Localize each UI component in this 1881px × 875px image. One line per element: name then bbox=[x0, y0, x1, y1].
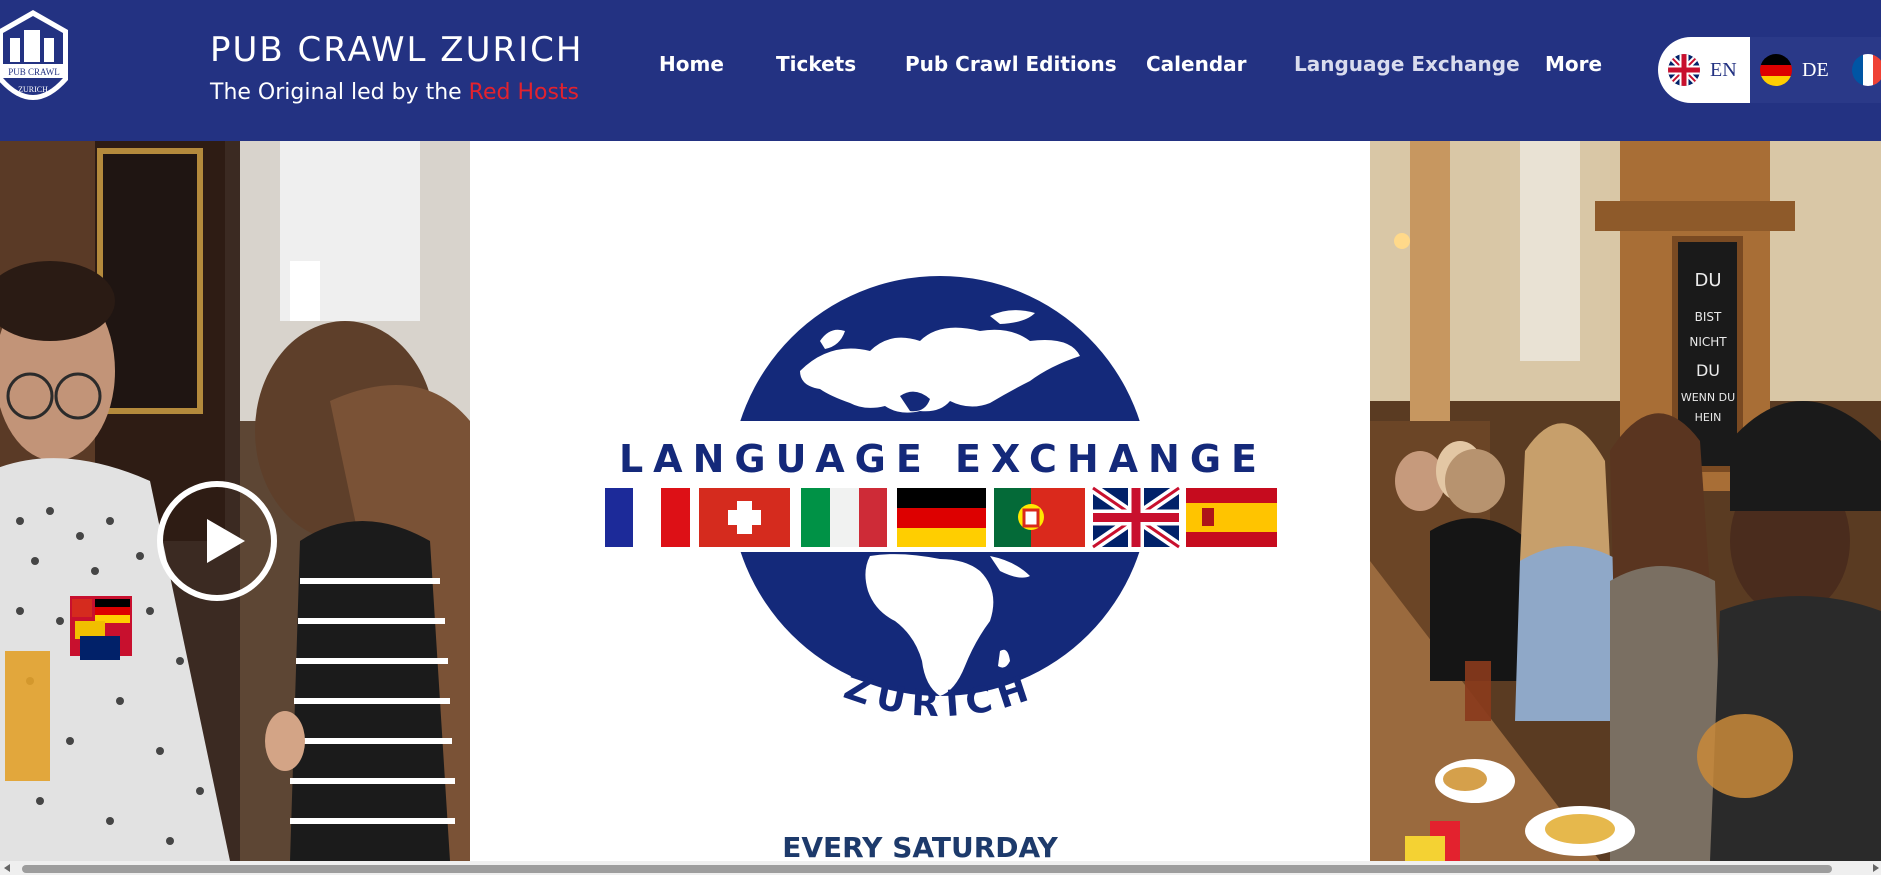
language-exchange-title: LANGUAGE EXCHANGE bbox=[618, 437, 1268, 481]
video-panel[interactable] bbox=[0, 141, 470, 861]
chalkboard-line-1: DU bbox=[1694, 270, 1721, 291]
switzerland-flag-icon bbox=[699, 488, 790, 547]
language-exchange-banner: ZURICH LANGUAGE EXCHANGE EVERY SATURDAY bbox=[470, 141, 1370, 875]
page: PUB CRAWL ZURICH PUB CRAWL ZURICH The Or… bbox=[0, 0, 1881, 875]
nav-language-exchange[interactable]: Language Exchange bbox=[1294, 52, 1520, 76]
portugal-flag-icon bbox=[994, 488, 1085, 547]
pub-crawl-zurich-logo[interactable]: PUB CRAWL ZURICH bbox=[0, 0, 74, 122]
nav-home[interactable]: Home bbox=[659, 52, 724, 76]
pub-photo: DU BIST NICHT DU WENN DU HEIN bbox=[1370, 141, 1881, 861]
nav-pub-crawl-editions[interactable]: Pub Crawl Editions bbox=[905, 52, 1117, 76]
nav-calendar[interactable]: Calendar bbox=[1146, 52, 1247, 76]
language-option-de[interactable]: DE bbox=[1760, 51, 1829, 89]
site-title: PUB CRAWL ZURICH bbox=[210, 30, 584, 70]
logo-text-bottom: ZURICH bbox=[18, 85, 48, 94]
chalkboard-line-4: DU bbox=[1696, 361, 1720, 380]
flags-row bbox=[605, 483, 1277, 552]
pub-group-photo-image: DU BIST NICHT DU WENN DU HEIN bbox=[1370, 141, 1881, 861]
uk-flag-icon bbox=[1668, 54, 1700, 86]
italy-flag-icon bbox=[801, 488, 887, 547]
de-flag-icon bbox=[1760, 54, 1792, 86]
schedule-heading: EVERY SATURDAY bbox=[782, 831, 1058, 864]
spain-flag-icon bbox=[1186, 488, 1277, 547]
nav-tickets[interactable]: Tickets bbox=[776, 52, 856, 76]
france-flag-icon bbox=[605, 488, 690, 547]
nav-more[interactable]: More bbox=[1545, 52, 1602, 76]
chalkboard-line-2: BIST bbox=[1695, 310, 1722, 324]
horizontal-scrollbar[interactable] bbox=[0, 861, 1881, 875]
germany-flag-icon bbox=[897, 488, 986, 547]
play-video-button[interactable] bbox=[157, 481, 277, 601]
scroll-left-arrow-icon[interactable] bbox=[4, 864, 10, 872]
language-option-en[interactable]: EN bbox=[1668, 51, 1737, 89]
chalkboard-line-3: NICHT bbox=[1689, 335, 1727, 349]
logo-text-top: PUB CRAWL bbox=[8, 67, 60, 77]
chalkboard-line-6: HEIN bbox=[1695, 411, 1722, 424]
language-code-de: DE bbox=[1802, 58, 1829, 81]
site-subtitle: The Original led by the Red Hosts bbox=[210, 80, 579, 105]
fr-flag-icon bbox=[1852, 54, 1881, 86]
play-icon bbox=[207, 519, 245, 563]
chalkboard-line-5: WENN DU bbox=[1681, 391, 1735, 404]
language-code-en: EN bbox=[1710, 58, 1737, 81]
scrollbar-thumb[interactable] bbox=[22, 865, 1832, 873]
uk-flag-icon bbox=[1090, 483, 1182, 552]
red-hosts-highlight: Red Hosts bbox=[468, 80, 580, 105]
language-exchange-logo: ZURICH bbox=[605, 276, 1277, 726]
language-option-fr[interactable] bbox=[1852, 51, 1881, 89]
site-header: PUB CRAWL ZURICH PUB CRAWL ZURICH The Or… bbox=[0, 0, 1881, 141]
site-subtitle-text: The Original led by the bbox=[210, 80, 469, 105]
scroll-right-arrow-icon[interactable] bbox=[1873, 864, 1879, 872]
